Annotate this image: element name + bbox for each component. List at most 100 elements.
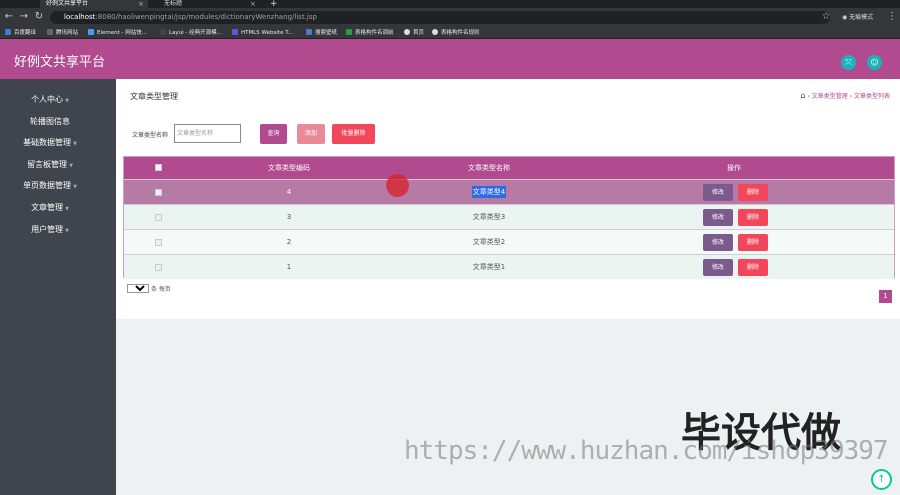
profile-chip[interactable]: ◉ 无痕模式 — [842, 12, 890, 23]
table-row[interactable]: 4 文章类型4 修改 删除 — [124, 179, 894, 204]
home-icon[interactable]: ⌂ — [800, 91, 805, 100]
close-tab-icon[interactable]: × — [138, 0, 144, 8]
profile-label: 无痕模式 — [849, 14, 874, 21]
tab-label: 无标题 — [164, 0, 183, 7]
edit-button[interactable]: 修改 — [703, 259, 733, 276]
type-name-search-input[interactable]: 文章类型名称 — [174, 124, 241, 143]
page-size-select[interactable]: 10 — [127, 284, 149, 293]
type-name: 文章类型2 — [472, 238, 506, 246]
page-number-button[interactable]: 1 — [879, 290, 892, 303]
bookmark-label: Layui - 经典开源模... — [169, 30, 222, 36]
bookmark-label: 首页 — [413, 30, 425, 36]
bookmark-item[interactable]: HTML5 Website T... — [232, 27, 293, 39]
bookmark-item[interactable]: 表格构件名规则 — [432, 27, 480, 39]
chevron-down-icon: ▼ — [69, 163, 73, 169]
sidebar-item-personal-center[interactable]: 个人中心 ▼ — [0, 94, 100, 105]
add-button[interactable]: 添加 — [297, 124, 325, 144]
sidebar: 个人中心 ▼ 轮播图信息 基础数据管理 ▼ 留言板管理 ▼ 单页数据管理 ▼ 文章管理 ▼… — [0, 79, 116, 495]
row-checkbox[interactable] — [155, 214, 162, 221]
search-button[interactable]: 查询 — [260, 124, 287, 144]
app-logo: 好例文共享平台 — [14, 55, 106, 70]
table-row[interactable]: 2 文章类型2 修改 删除 — [124, 229, 894, 254]
reload-icon[interactable]: ↻ — [33, 11, 45, 23]
bookmark-icon — [306, 29, 312, 35]
sidebar-item-label: 单页数据管理 — [23, 181, 72, 190]
table-row[interactable]: 1 文章类型1 修改 删除 — [124, 254, 894, 279]
address-bar: ← → ↻ localhost:8080/haoliwenpingtai/jsp… — [0, 8, 900, 27]
column-header: 文章类型编码 — [268, 164, 310, 172]
bookmark-item[interactable]: 腾讯网站 — [47, 27, 78, 39]
per-page-label: 条 每页 — [151, 286, 171, 293]
table-row[interactable]: 3 文章类型3 修改 删除 — [124, 204, 894, 229]
menu-icon[interactable]: ⋮ — [886, 11, 898, 23]
sidebar-item-single-page[interactable]: 单页数据管理 ▼ — [0, 180, 100, 191]
column-header: 操作 — [727, 164, 741, 172]
sidebar-item-basic-data[interactable]: 基础数据管理 ▼ — [0, 137, 100, 148]
sidebar-item-label: 个人中心 — [31, 95, 64, 104]
type-name: 文章类型3 — [472, 213, 506, 221]
edit-button[interactable]: 修改 — [703, 234, 733, 251]
bookmark-item[interactable]: 表格构件名调前 — [346, 27, 394, 39]
chevron-down-icon: ▼ — [65, 228, 69, 234]
bookmark-icon — [404, 29, 410, 35]
url-field[interactable]: localhost:8080/haoliwenpingtai/jsp/modul… — [50, 11, 830, 24]
chevron-down-icon: ▼ — [73, 141, 77, 147]
watermark-url: https://www.huzhan.com/ishop39397 — [404, 436, 889, 466]
page-size-control: 10条 每页 — [127, 284, 171, 293]
delete-button[interactable]: 删除 — [738, 259, 768, 276]
list-panel: 文章类型管理 ⌂ › 文章类型管理 › 文章类型列表 文章类型名称 文章类型名称 … — [116, 79, 900, 319]
browser-tab-active[interactable]: 好例文共享平台 — [40, 0, 148, 8]
sidebar-item-carousel[interactable]: 轮播图信息 — [0, 116, 100, 127]
app-header: 好例文共享平台 ⤧ ☺ — [0, 39, 900, 79]
click-indicator — [386, 174, 409, 197]
bookmark-label: 表格构件名调前 — [355, 30, 394, 36]
edit-button[interactable]: 修改 — [703, 209, 733, 226]
close-tab-icon[interactable]: × — [250, 0, 256, 8]
delete-button[interactable]: 删除 — [738, 209, 768, 226]
type-name-cell: 文章类型4 — [424, 180, 554, 205]
sidebar-item-users[interactable]: 用户管理 ▼ — [0, 224, 100, 235]
chevron-down-icon: ▼ — [73, 184, 77, 190]
table-header: 文章类型编码 文章类型名称 操作 — [124, 157, 894, 179]
bookmark-icon — [432, 29, 438, 35]
data-table: 文章类型编码 文章类型名称 操作 4 文章类型4 修改 删除 3 文章类型3 修… — [123, 156, 895, 279]
bookmark-icon — [232, 29, 238, 35]
bookmark-item[interactable]: Element - 网站快... — [88, 27, 147, 39]
user-icon[interactable]: ☺ — [867, 55, 882, 70]
type-name: 文章类型1 — [472, 263, 506, 271]
type-code: 1 — [286, 263, 292, 271]
delete-button[interactable]: 删除 — [738, 184, 768, 201]
edit-button[interactable]: 修改 — [703, 184, 733, 201]
chevron-down-icon: ▼ — [65, 98, 69, 104]
bookmark-label: 百度翻译 — [14, 30, 37, 36]
page-title: 文章类型管理 — [130, 92, 178, 101]
url-path: :8080/haoliwenpingtai/jsp/modules/dictio… — [95, 13, 317, 21]
browser-tab[interactable]: 无标题 — [158, 0, 258, 8]
bulk-delete-button[interactable]: 批量删除 — [332, 124, 375, 144]
row-checkbox[interactable] — [155, 239, 162, 246]
row-checkbox[interactable] — [155, 264, 162, 271]
row-checkbox[interactable] — [155, 189, 162, 196]
select-all-checkbox[interactable] — [155, 164, 162, 171]
fullscreen-icon[interactable]: ⤧ — [841, 55, 856, 70]
scroll-to-top-icon[interactable]: ↑ — [871, 469, 892, 490]
sidebar-item-articles[interactable]: 文章管理 ▼ — [0, 202, 100, 213]
bookmark-label: 腾讯网站 — [56, 30, 79, 36]
sidebar-item-label: 文章管理 — [31, 203, 64, 212]
bookmark-icon — [346, 29, 352, 35]
forward-icon[interactable]: → — [18, 11, 30, 23]
bookmark-icon — [47, 29, 53, 35]
star-icon[interactable]: ☆ — [820, 11, 832, 23]
type-name: 文章类型4 — [471, 186, 507, 198]
bookmark-item[interactable]: 首页 — [404, 27, 424, 39]
sidebar-item-message-board[interactable]: 留言板管理 ▼ — [0, 159, 100, 170]
bookmark-item[interactable]: Layui - 经典开源模... — [160, 27, 222, 39]
back-icon[interactable]: ← — [3, 11, 15, 23]
breadcrumb-item[interactable]: 文章类型管理 — [812, 93, 848, 100]
bookmark-item[interactable]: 搜索壁纸 — [306, 27, 337, 39]
tab-label: 好例文共享平台 — [46, 0, 89, 7]
bookmark-item[interactable]: 百度翻译 — [5, 27, 36, 39]
delete-button[interactable]: 删除 — [738, 234, 768, 251]
filter-label: 文章类型名称 — [132, 132, 169, 139]
sidebar-item-label: 轮播图信息 — [30, 117, 70, 126]
